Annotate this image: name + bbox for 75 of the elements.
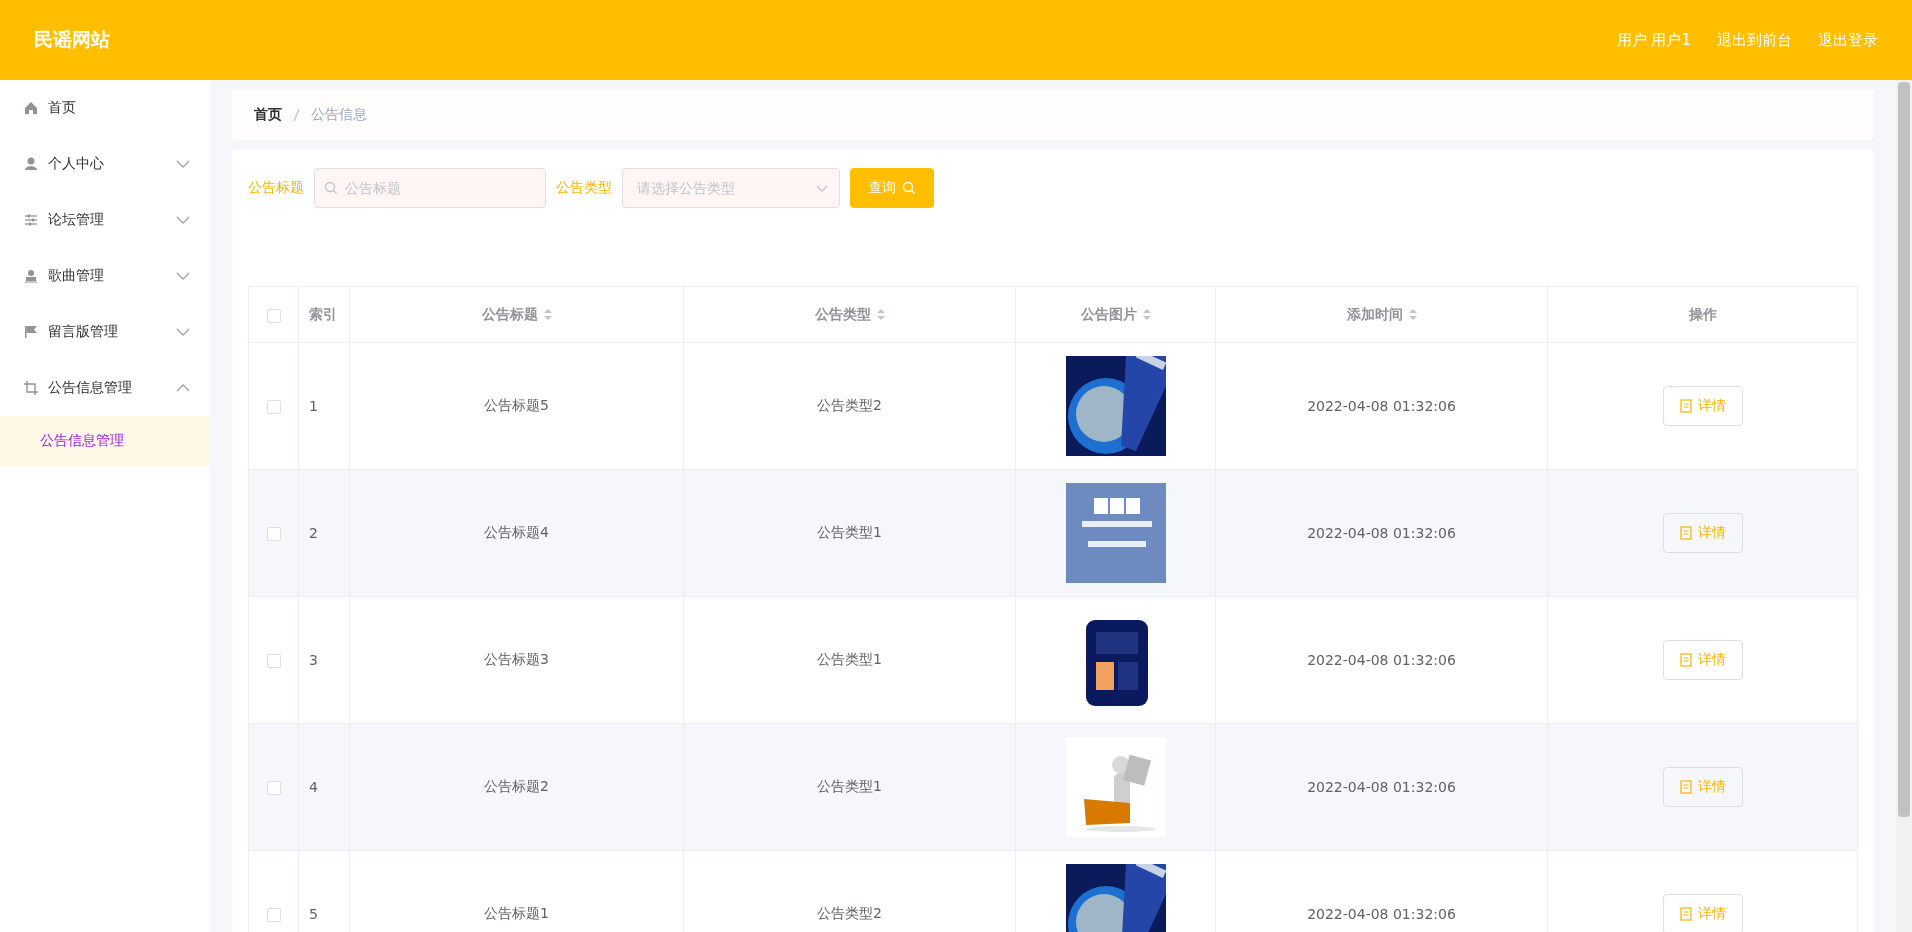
table-cell: 2022-04-08 01:32:06 [1307, 779, 1456, 795]
table-cell: 2022-04-08 01:32:06 [1307, 652, 1456, 668]
stamp-icon [24, 269, 38, 283]
menu-item[interactable]: 歌曲管理 [0, 248, 210, 304]
flag-icon [24, 325, 38, 339]
sort-icon [876, 309, 885, 320]
document-icon [1679, 907, 1692, 921]
menu-item[interactable]: 留言版管理 [0, 304, 210, 360]
column-header[interactable]: 添加时间 [1346, 305, 1403, 324]
table-cell: 公告类型1 [817, 651, 882, 667]
menu-item[interactable]: 论坛管理 [0, 192, 210, 248]
document-icon [1679, 526, 1692, 540]
home-icon [24, 101, 38, 115]
row-checkbox[interactable] [266, 781, 281, 795]
document-icon [1679, 653, 1692, 667]
chevron-down-icon [816, 184, 828, 192]
table-cell: 公告标题4 [484, 524, 549, 540]
table-cell: 5 [309, 906, 318, 922]
table-cell: 4 [309, 779, 318, 795]
search-field[interactable]: 公告标题 [314, 168, 546, 208]
column-header: 操作 [1688, 305, 1717, 324]
table-cell: 公告标题2 [484, 778, 549, 794]
field-label: 公告类型 [556, 179, 612, 197]
document-icon [1679, 399, 1692, 413]
table-cell: 公告类型1 [817, 778, 882, 794]
table-cell: 公告类型1 [817, 524, 882, 540]
table-cell: 公告类型2 [817, 905, 882, 921]
field-label: 公告标题 [248, 179, 304, 197]
table-cell: 公告类型2 [817, 397, 882, 413]
details-button[interactable]: 详情 [1662, 640, 1743, 680]
row-checkbox[interactable] [266, 400, 281, 414]
table-cell: 2 [309, 525, 318, 541]
sort-icon [1408, 309, 1417, 320]
sliders-icon [24, 213, 38, 227]
search-button[interactable]: 查询 [850, 168, 934, 208]
user-name-link[interactable]: 用户 用户1 [1616, 30, 1691, 50]
breadcrumb-item: 公告信息 [311, 106, 367, 124]
details-button[interactable]: 详情 [1662, 767, 1743, 807]
crop-icon [24, 381, 38, 395]
table-cell: 3 [309, 652, 318, 668]
table-cell: 2022-04-08 01:32:06 [1307, 398, 1456, 414]
table-cell: 公告标题5 [484, 397, 549, 413]
table-cell: 公告标题3 [484, 651, 549, 667]
details-button[interactable]: 详情 [1662, 513, 1743, 553]
site-title: 民谣网站 [34, 27, 111, 52]
menu-item[interactable]: 首页 [0, 80, 210, 136]
column-header[interactable]: 公告图片 [1080, 305, 1137, 324]
menu-item[interactable]: 个人中心 [0, 136, 210, 192]
table-cell: 2022-04-08 01:32:06 [1307, 525, 1456, 541]
sort-icon [1142, 309, 1151, 320]
document-icon [1679, 780, 1692, 794]
search-icon [902, 181, 916, 195]
column-header[interactable]: 公告类型 [814, 305, 871, 324]
menu-item[interactable]: 公告信息管理 [0, 360, 210, 416]
search-icon [324, 181, 338, 195]
row-checkbox[interactable] [266, 527, 281, 541]
row-checkbox[interactable] [266, 908, 281, 922]
table-cell: 公告标题1 [484, 905, 549, 921]
breadcrumb-item[interactable]: 首页 [254, 106, 282, 124]
table-cell: 1 [309, 398, 318, 414]
sort-icon [543, 309, 552, 320]
row-checkbox[interactable] [266, 654, 281, 668]
details-button[interactable]: 详情 [1662, 386, 1743, 426]
breadcrumb-separator-icon [292, 108, 301, 122]
submenu-item[interactable]: 公告信息管理 [0, 416, 210, 466]
user-icon [24, 157, 38, 171]
details-button[interactable]: 详情 [1662, 894, 1743, 932]
select-all-checkbox[interactable] [266, 308, 281, 323]
scrollbar-thumb[interactable] [1898, 82, 1910, 817]
type-select[interactable]: 请选择公告类型 [622, 168, 840, 208]
column-header: 索引 [309, 305, 337, 324]
column-header[interactable]: 公告标题 [481, 305, 538, 324]
header-link[interactable]: 退出到前台 [1717, 30, 1792, 50]
table-cell: 2022-04-08 01:32:06 [1307, 906, 1456, 922]
header-link[interactable]: 退出登录 [1818, 30, 1878, 50]
